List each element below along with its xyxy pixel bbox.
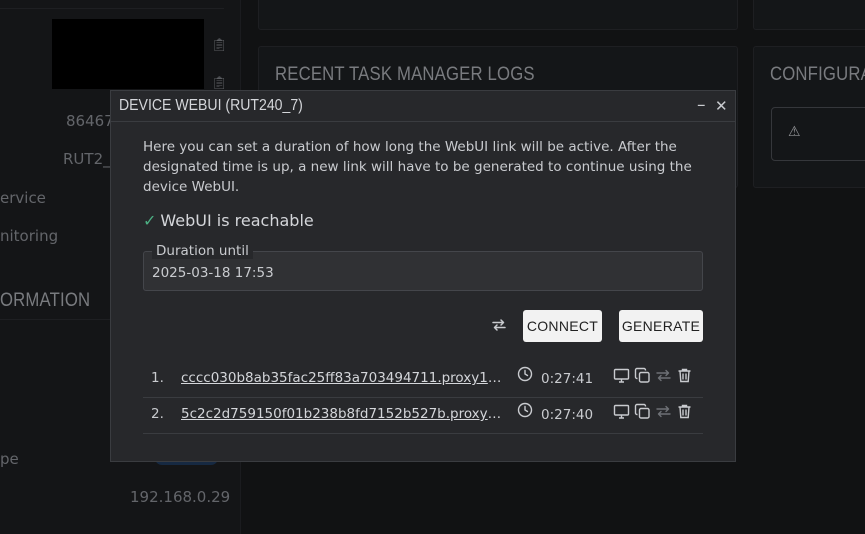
time-remaining: 0:27:40 bbox=[541, 407, 594, 423]
close-button[interactable]: ✕ bbox=[715, 96, 728, 116]
regenerate-icon[interactable] bbox=[655, 403, 672, 424]
monitor-icon[interactable] bbox=[613, 403, 630, 424]
duration-value[interactable]: 2025-03-18 17:53 bbox=[152, 265, 274, 281]
checkmark-icon: ✓ bbox=[143, 211, 157, 230]
refresh-icon[interactable] bbox=[491, 317, 507, 338]
copy-icon[interactable] bbox=[634, 367, 651, 388]
row-index: 1. bbox=[151, 370, 164, 386]
trash-icon[interactable] bbox=[676, 403, 693, 424]
modal-description: Here you can set a duration of how long … bbox=[143, 139, 692, 195]
webui-link[interactable]: 5c2c2d759150f01b238b8fd7152b527b.proxy1-… bbox=[181, 406, 503, 422]
status-text: WebUI is reachable bbox=[160, 211, 314, 230]
row-index: 2. bbox=[151, 406, 164, 422]
modal-header: DEVICE WEBUI (RUT240_7) – ✕ bbox=[111, 91, 735, 122]
time-remaining: 0:27:41 bbox=[541, 371, 594, 387]
reachability-status: ✓ WebUI is reachable bbox=[143, 211, 314, 230]
table-row: 1. cccc030b8ab35fac25ff83a703494711.prox… bbox=[143, 361, 703, 398]
connect-button[interactable]: CONNECT bbox=[523, 310, 602, 342]
clock-icon bbox=[517, 366, 533, 386]
duration-field[interactable]: Duration until 2025-03-18 17:53 bbox=[143, 243, 703, 291]
webui-link[interactable]: cccc030b8ab35fac25ff83a703494711.proxy1-… bbox=[181, 370, 503, 386]
trash-icon[interactable] bbox=[676, 367, 693, 388]
clock-icon bbox=[517, 402, 533, 422]
minimize-button[interactable]: – bbox=[697, 95, 706, 115]
monitor-icon[interactable] bbox=[613, 367, 630, 388]
duration-label: Duration until bbox=[152, 243, 253, 259]
table-row: 2. 5c2c2d759150f01b238b8fd7152b527b.prox… bbox=[143, 397, 703, 434]
regenerate-icon[interactable] bbox=[655, 367, 672, 388]
device-webui-modal: DEVICE WEBUI (RUT240_7) – ✕ Here you can… bbox=[110, 90, 736, 462]
generate-button[interactable]: GENERATE bbox=[619, 310, 703, 342]
copy-icon[interactable] bbox=[634, 403, 651, 424]
modal-title: DEVICE WEBUI (RUT240_7) bbox=[119, 97, 303, 114]
